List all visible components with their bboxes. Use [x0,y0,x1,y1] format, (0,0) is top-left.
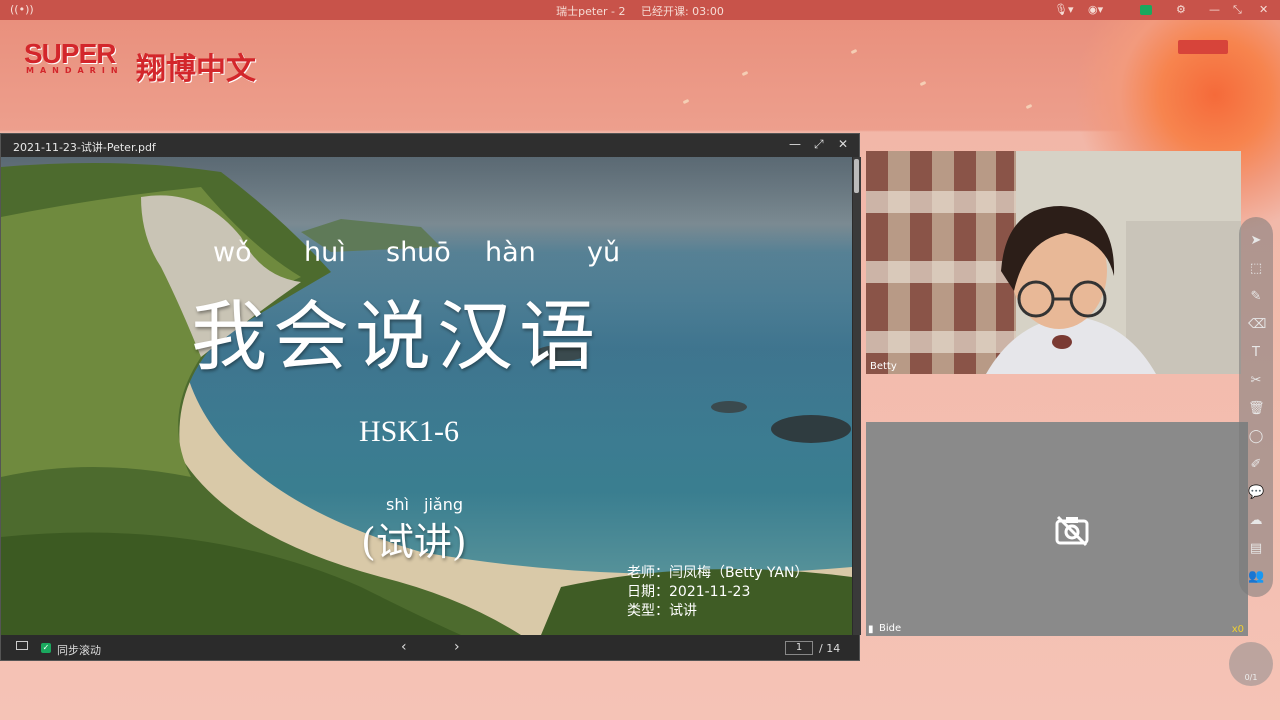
confetti [919,80,927,87]
date-info: 日期：2021-11-23 [627,584,751,600]
teacher-info: 老师：闫凤梅（Betty YAN） [627,565,809,581]
class-timer: 已经开课: 03:00 [640,5,724,18]
network-status-icon [1140,5,1152,15]
pinyin-wo: wǒ [213,237,252,268]
student-name-label: Bide [879,623,902,634]
page-number-input[interactable]: 1 [785,641,813,655]
raise-hand-count: 0/1 [1244,673,1258,682]
student-mic-icon: ▮ [868,624,874,635]
toolbox-tool-icon[interactable]: ▤ [1248,541,1264,557]
logo-subtext: MANDARIN [26,66,124,75]
fullscreen-icon[interactable]: ⤡ [1233,3,1242,17]
close-icon[interactable]: ✕ [1259,3,1268,16]
lantern-decoration [1178,40,1228,54]
annotation-toolbar: ➤ ⬚ ✎ ⌫ T ✂ 🗑 ◯ ✐ 💬 ☁ ▤ 👥 [1239,217,1273,597]
settings-icon[interactable]: ⚙ [1176,3,1186,16]
page-total: / 14 [819,642,841,655]
trophy-count: x0 [1231,624,1244,635]
teacher-name-label: Betty [870,361,897,372]
pdf-expand-icon[interactable]: ⤢ [814,137,824,152]
cloud-tool-icon[interactable]: ☁ [1248,513,1264,529]
pinyin-yu: yǔ [587,237,621,268]
room-title: 瑞士peter - 2 [556,5,626,18]
confetti [741,70,749,77]
logo-text-cn: 翔博中文 [136,52,256,87]
users-tool-icon[interactable]: 👥 [1248,569,1264,585]
pdf-footer: ✓ 同步滚动 ‹ › 1 / 14 [1,635,859,660]
slide-title: 我会说汉语 [191,292,601,381]
pdf-viewer-window[interactable]: 2021-11-23-试讲-Peter.pdf — ⤢ ✕ wǒ huì shu… [0,133,861,661]
eraser-tool-icon[interactable]: ⌫ [1248,317,1266,333]
raise-hand-button[interactable]: 0/1 [1229,642,1273,686]
prev-page-icon[interactable]: ‹ [401,639,407,655]
confetti [1025,103,1033,110]
brand-logo: SUPER MANDARIN 翔博中文 [24,38,256,87]
pinyin-shuo: shuō [386,237,451,268]
camera-off-icon [1055,515,1089,547]
pointer-tool-icon[interactable]: ➤ [1248,233,1264,249]
app-title-bar: ((•)) 瑞士peter - 2 已经开课: 03:00 🎙▾ ◉▾ ⚙ — … [0,0,1280,20]
camera-icon[interactable]: ◉▾ [1088,3,1103,16]
shape-tool-icon[interactable]: ◯ [1248,429,1264,445]
select-tool-icon[interactable]: ⬚ [1248,261,1264,277]
slide-level: HSK1-6 [359,415,460,448]
edit-tool-icon[interactable]: ✐ [1248,457,1264,473]
scrollbar-thumb[interactable] [854,159,859,193]
pdf-close-icon[interactable]: ✕ [838,137,848,151]
slide-subtitle: (试讲) [361,520,467,564]
pdf-filename: 2021-11-23-试讲-Peter.pdf [13,141,156,154]
type-info: 类型：试讲 [627,603,697,619]
teacher-video-frame [866,151,1241,374]
text-tool-icon[interactable]: T [1248,345,1264,361]
pinyin-han: hàn [485,237,536,268]
pdf-minimize-icon[interactable]: — [789,137,801,151]
minimize-icon[interactable]: — [1209,3,1220,16]
pdf-window-header[interactable]: 2021-11-23-试讲-Peter.pdf — ⤢ ✕ [1,134,859,157]
sync-scroll-checkbox[interactable]: ✓ [41,643,51,653]
confetti [850,48,858,55]
scissors-tool-icon[interactable]: ✂ [1248,373,1264,389]
logo-text-en: SUPER [24,38,116,69]
sync-scroll-label: 同步滚动 [57,644,101,657]
teacher-video[interactable]: Betty [866,151,1241,374]
pdf-slide: wǒ huì shuō hàn yǔ 我会说汉语 HSK1-6 shì jiǎn… [1,157,852,635]
microphone-icon[interactable]: 🎙▾ [1054,3,1074,16]
pen-tool-icon[interactable]: ✎ [1248,289,1264,305]
pdf-scrollbar[interactable] [853,157,861,635]
confetti [682,98,690,105]
next-page-icon[interactable]: › [454,639,460,655]
delete-tool-icon[interactable]: 🗑 [1248,401,1265,417]
sidebar-toggle-icon[interactable] [16,641,28,650]
chat-tool-icon[interactable]: 💬 [1248,485,1264,501]
pinyin-hui: huì [304,237,346,268]
